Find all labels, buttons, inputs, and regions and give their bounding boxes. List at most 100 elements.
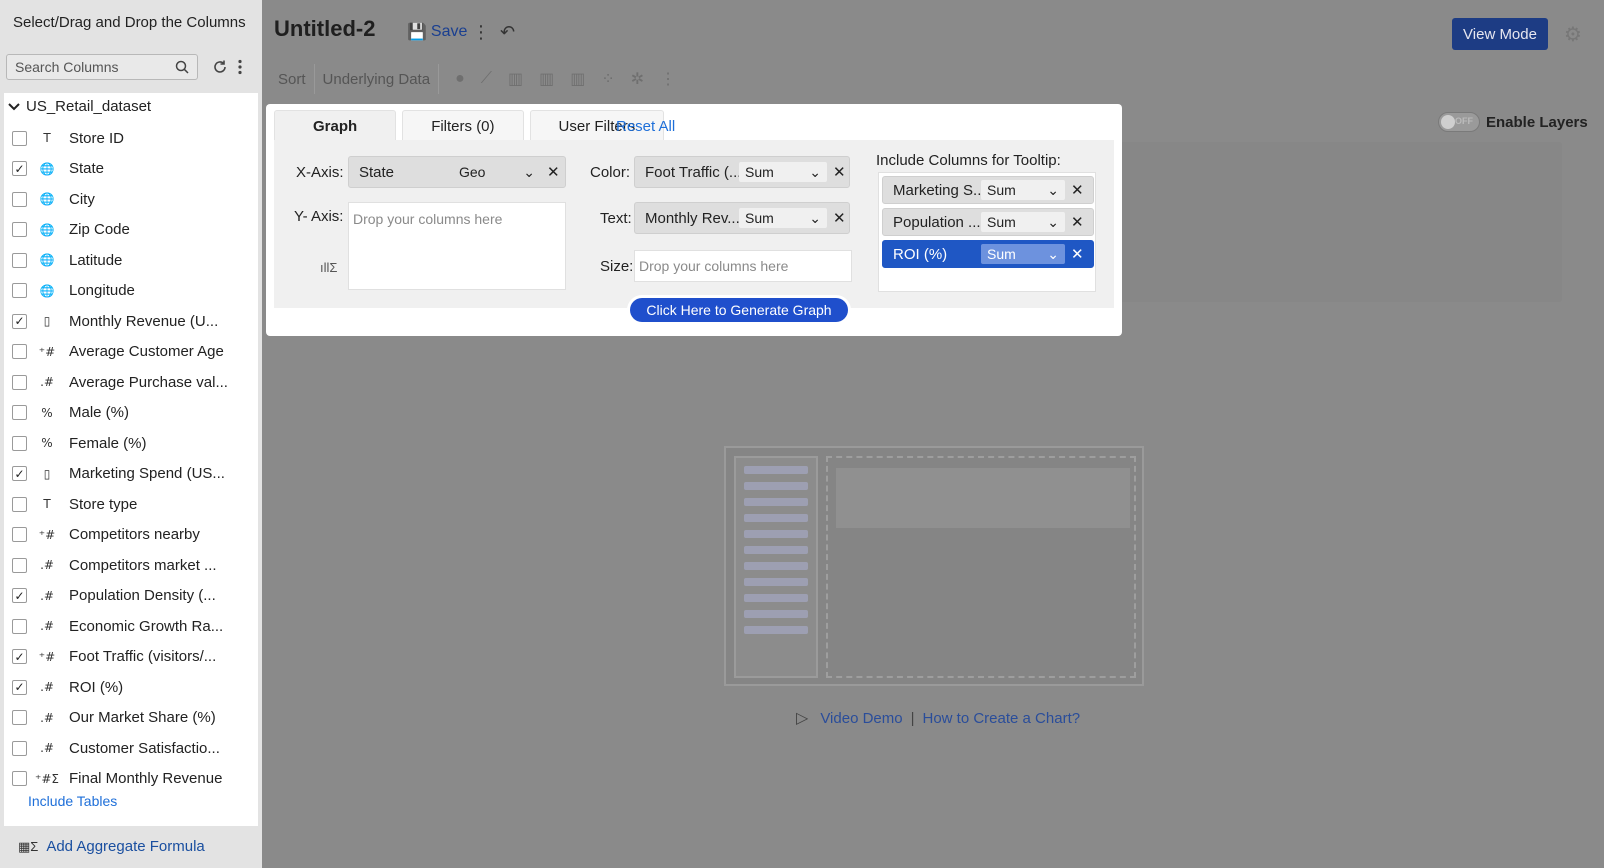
scatter-chart-icon[interactable]: ⁘ <box>601 69 614 89</box>
column-checkbox[interactable] <box>12 527 27 543</box>
tab-graph[interactable]: Graph <box>274 110 397 142</box>
column-checkbox[interactable]: ✓ <box>12 649 27 665</box>
column-checkbox[interactable] <box>12 252 27 268</box>
column-item[interactable]: ✓ .# ROI (%) <box>4 672 258 703</box>
column-item[interactable]: ✓ 🌐 State <box>4 154 258 185</box>
tooltip-chip[interactable]: Population ... Sum ⌄ ✕ <box>882 208 1094 236</box>
video-demo-link[interactable]: Video Demo <box>820 710 902 727</box>
color-chip[interactable]: Foot Traffic (... Sum ⌄ ✕ <box>634 156 850 188</box>
text-agg-select[interactable]: Sum ⌄ <box>739 208 827 228</box>
column-checkbox[interactable] <box>12 435 27 451</box>
search-columns-input[interactable] <box>15 59 165 75</box>
dataset-header[interactable]: US_Retail_dataset <box>8 98 151 115</box>
column-item[interactable]: .# Economic Growth Ra... <box>4 611 258 642</box>
tooltip-chip-selected[interactable]: ROI (%) Sum ⌄ ✕ <box>882 240 1094 268</box>
color-agg-select[interactable]: Sum ⌄ <box>739 162 827 182</box>
column-item[interactable]: .# Customer Satisfactio... <box>4 733 258 764</box>
bar-chart-icon[interactable]: ▥ <box>508 69 523 89</box>
column-item[interactable]: % Male (%) <box>4 398 258 429</box>
column-checkbox[interactable] <box>12 557 27 573</box>
sort-button[interactable]: Sort <box>278 71 306 88</box>
column-checkbox[interactable]: ✓ <box>12 466 27 482</box>
tooltip-agg-select[interactable]: Sum ⌄ <box>981 180 1065 200</box>
column-item[interactable]: 🌐 City <box>4 184 258 215</box>
column-item[interactable]: ✓ ▯ Marketing Spend (US... <box>4 459 258 490</box>
column-checkbox[interactable] <box>12 405 27 421</box>
column-item[interactable]: T Store ID <box>4 123 258 154</box>
column-item[interactable]: ✓ .# Population Density (... <box>4 581 258 612</box>
column-checkbox[interactable]: ✓ <box>12 161 27 177</box>
y-axis-aggregate-icon[interactable]: ıllΣ <box>320 260 337 275</box>
column-checkbox[interactable] <box>12 130 27 146</box>
column-item[interactable]: ⁺# Average Customer Age <box>4 337 258 368</box>
column-checkbox[interactable] <box>12 710 27 726</box>
remove-icon[interactable]: ✕ <box>1071 245 1084 263</box>
chevron-down-icon[interactable] <box>8 102 20 111</box>
column-checkbox[interactable] <box>12 222 27 238</box>
reset-all-link[interactable]: Reset All <box>616 118 675 135</box>
remove-icon[interactable]: ✕ <box>547 163 560 181</box>
more-options-icon[interactable] <box>230 56 250 78</box>
save-button[interactable]: 💾 Save <box>407 22 467 42</box>
report-title[interactable]: Untitled-2 <box>274 16 375 42</box>
grouped-bar-icon[interactable]: ▥ <box>570 69 585 89</box>
enable-layers-toggle[interactable]: OFF <box>1438 112 1480 132</box>
remove-icon[interactable]: ✕ <box>1071 213 1084 231</box>
column-checkbox[interactable] <box>12 283 27 299</box>
column-item[interactable]: ✓ ⁺# Foot Traffic (visitors/... <box>4 642 258 673</box>
column-item[interactable]: 🌐 Longitude <box>4 276 258 307</box>
illustration-form <box>836 468 1130 528</box>
x-axis-chip[interactable]: State Geo ⌄ ✕ <box>348 156 566 188</box>
tooltip-chip[interactable]: Marketing S... Sum ⌄ ✕ <box>882 176 1094 204</box>
include-tables-link[interactable]: Include Tables <box>28 793 117 809</box>
remove-icon[interactable]: ✕ <box>1071 181 1084 199</box>
column-checkbox[interactable] <box>12 496 27 512</box>
column-checkbox[interactable]: ✓ <box>12 588 27 604</box>
search-columns-box[interactable] <box>6 54 198 80</box>
line-chart-icon[interactable]: ⟋ <box>481 70 492 88</box>
column-item[interactable]: ⁺# Competitors nearby <box>4 520 258 551</box>
column-checkbox[interactable]: ✓ <box>12 679 27 695</box>
column-item[interactable]: ✓ ▯ Monthly Revenue (U... <box>4 306 258 337</box>
column-checkbox[interactable] <box>12 740 27 756</box>
column-item[interactable]: ⁺#Σ Final Monthly Revenue <box>4 764 258 795</box>
column-item[interactable]: % Female (%) <box>4 428 258 459</box>
remove-icon[interactable]: ✕ <box>833 209 846 227</box>
tooltip-agg-select[interactable]: Sum ⌄ <box>981 212 1065 232</box>
tab-filters[interactable]: Filters (0) <box>402 110 524 142</box>
gear-icon[interactable]: ⚙ <box>1564 22 1582 47</box>
remove-icon[interactable]: ✕ <box>833 163 846 181</box>
column-checkbox[interactable] <box>12 618 27 634</box>
view-mode-button[interactable]: View Mode <box>1452 18 1548 50</box>
undo-icon[interactable]: ↶ <box>500 22 515 43</box>
search-icon[interactable] <box>175 60 189 74</box>
map-chart-icon[interactable]: ✲ <box>631 69 644 89</box>
column-checkbox[interactable]: ✓ <box>12 313 27 329</box>
size-dropzone[interactable]: Drop your columns here <box>634 250 852 282</box>
column-checkbox[interactable] <box>12 344 27 360</box>
add-aggregate-formula-button[interactable]: ▦Σ Add Aggregate Formula <box>18 838 205 855</box>
more-options-icon[interactable]: ⋮ <box>472 22 490 43</box>
more-charts-icon[interactable]: ⋮ <box>660 69 676 89</box>
how-to-create-chart-link[interactable]: How to Create a Chart? <box>923 710 1081 727</box>
decimal-type-icon: .# <box>40 619 54 634</box>
column-item[interactable]: .# Our Market Share (%) <box>4 703 258 734</box>
pie-chart-icon[interactable]: ● <box>455 70 465 88</box>
column-checkbox[interactable] <box>12 771 27 787</box>
stacked-bar-icon[interactable]: ▥ <box>539 69 554 89</box>
column-item[interactable]: .# Competitors market ... <box>4 550 258 581</box>
column-checkbox[interactable] <box>12 191 27 207</box>
text-chip[interactable]: Monthly Rev... Sum ⌄ ✕ <box>634 202 850 234</box>
column-item[interactable]: 🌐 Latitude <box>4 245 258 276</box>
generate-graph-button[interactable]: Click Here to Generate Graph <box>630 298 848 322</box>
x-axis-agg-select[interactable]: Geo ⌄ <box>453 162 541 182</box>
column-item[interactable]: .# Average Purchase val... <box>4 367 258 398</box>
underlying-data-button[interactable]: Underlying Data <box>323 71 431 88</box>
tooltip-agg-select[interactable]: Sum ⌄ <box>981 244 1065 264</box>
column-checkbox[interactable] <box>12 374 27 390</box>
enable-layers-control[interactable]: OFF Enable Layers <box>1438 112 1588 132</box>
column-item[interactable]: T Store type <box>4 489 258 520</box>
refresh-icon[interactable] <box>210 56 230 78</box>
y-axis-dropzone[interactable]: Drop your columns here <box>348 202 566 290</box>
column-item[interactable]: 🌐 Zip Code <box>4 215 258 246</box>
